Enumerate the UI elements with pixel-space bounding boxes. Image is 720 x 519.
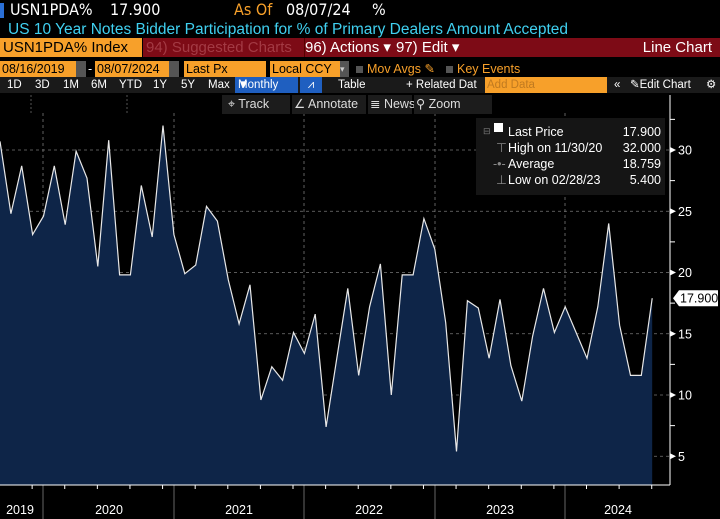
- suggested-charts-button[interactable]: 94) Suggested Charts: [146, 38, 292, 57]
- news-label: News: [383, 97, 416, 111]
- security-input[interactable]: USN1PDA% Index: [0, 38, 142, 57]
- x-tick-label: 2019: [6, 503, 34, 517]
- related-data-button[interactable]: + Related Dat: [406, 77, 477, 93]
- period-bar: 1D 3D 1M 6M YTD 1Y 5Y Max Monthly ▼ ⩘ Ta…: [0, 77, 720, 93]
- x-tick-label: 2020: [95, 503, 123, 517]
- field-select[interactable]: Last Px: [184, 61, 266, 77]
- last-value: 17.900: [110, 0, 161, 19]
- last-price-tag-label: 17.900: [680, 292, 718, 306]
- legend: ⊟ Last Price 17.900 ⊤ High on 11/30/20 3…: [476, 118, 665, 195]
- y-tick: [670, 208, 676, 215]
- edit-label: 97) Edit: [396, 39, 448, 56]
- y-tick-label: 20: [678, 266, 692, 280]
- calendar-icon[interactable]: [169, 61, 179, 77]
- y-tick: [670, 330, 676, 337]
- legend-low-value: 5.400: [629, 173, 661, 187]
- chart-style-icon[interactable]: ⩘: [300, 77, 322, 93]
- ticker: USN1PDA%: [10, 0, 93, 19]
- period-1d[interactable]: 1D: [7, 77, 22, 93]
- x-tick-label: 2024: [604, 503, 632, 517]
- start-date-input[interactable]: 08/16/2019: [0, 61, 76, 77]
- zoom-button[interactable]: ⚲ Zoom: [414, 95, 492, 114]
- edit-chart-label: Edit Chart: [639, 79, 691, 91]
- news-button[interactable]: ≣ News: [368, 95, 416, 114]
- period-6m[interactable]: 6M: [91, 77, 107, 93]
- mov-avgs-label: Mov Avgs: [367, 62, 421, 76]
- x-tick-label: 2023: [486, 503, 514, 517]
- as-of-label: As Of: [234, 0, 273, 19]
- collapse-legend-icon[interactable]: ⊟: [483, 123, 491, 139]
- calendar-icon[interactable]: [76, 61, 86, 77]
- y-tick-label: 15: [678, 327, 692, 341]
- low-icon: ⊥: [496, 173, 507, 187]
- average-icon: -•-: [493, 157, 506, 171]
- track-button[interactable]: ⌖ Track: [222, 95, 290, 114]
- edit-chart-button[interactable]: ✎ Edit Chart: [630, 77, 691, 93]
- ticker-marker: [0, 3, 4, 18]
- mov-avgs-toggle[interactable]: Mov Avgs ✎: [356, 61, 435, 77]
- y-tick: [670, 147, 676, 153]
- frequency-label: Monthly: [238, 79, 279, 91]
- period-ytd[interactable]: YTD: [119, 77, 142, 93]
- annotate-label: Annotate: [308, 97, 359, 111]
- legend-avg-label: Average: [508, 157, 555, 171]
- gear-icon[interactable]: ⚙: [706, 77, 716, 93]
- collapse-icon[interactable]: «: [614, 77, 620, 93]
- period-5y[interactable]: 5Y: [181, 77, 195, 93]
- period-1m[interactable]: 1M: [63, 77, 79, 93]
- legend-high-value: 32.000: [622, 141, 661, 155]
- y-tick: [670, 392, 676, 398]
- currency-dropdown-icon[interactable]: ▾: [340, 61, 349, 77]
- y-tick: [670, 269, 676, 276]
- currency-select[interactable]: Local CCY: [270, 61, 340, 77]
- last-price-swatch: [494, 123, 503, 132]
- legend-high-label: High on 11/30/20: [508, 141, 603, 155]
- x-tick-label: 2021: [225, 503, 253, 517]
- y-tick-label: 5: [678, 450, 685, 464]
- y-tick-label: 25: [678, 205, 692, 219]
- legend-low-label: Low on 02/28/23: [508, 173, 601, 187]
- actions-label: 96) Actions: [305, 39, 380, 56]
- edit-button[interactable]: 97) Edit ▾: [396, 38, 459, 57]
- period-max[interactable]: Max: [208, 77, 230, 93]
- add-data-input[interactable]: Add Data: [485, 77, 607, 93]
- actions-button[interactable]: 96) Actions ▾: [304, 38, 391, 57]
- legend-avg-value: 18.759: [622, 157, 661, 171]
- x-tick-label: 2022: [355, 503, 383, 517]
- annotate-button[interactable]: ∠ Annotate: [292, 95, 366, 114]
- table-button[interactable]: Table: [338, 77, 366, 93]
- zoom-label: Zoom: [428, 97, 461, 111]
- key-events-toggle[interactable]: Key Events: [446, 61, 520, 77]
- key-events-label: Key Events: [457, 62, 521, 76]
- y-tick: [670, 453, 676, 460]
- end-date-input[interactable]: 08/07/2024: [95, 61, 169, 77]
- period-3d[interactable]: 3D: [35, 77, 50, 93]
- legend-last-label: Last Price: [508, 125, 564, 139]
- legend-last-value: 17.900: [622, 125, 661, 139]
- security-title: US 10 Year Notes Bidder Participation fo…: [8, 21, 569, 38]
- chart-type-label: Line Chart: [642, 39, 712, 56]
- period-1y[interactable]: 1Y: [153, 77, 167, 93]
- y-tick-label: 10: [678, 389, 692, 403]
- as-of-date: 08/07/24: [286, 0, 351, 19]
- unit: %: [372, 0, 386, 19]
- y-tick-label: 30: [678, 144, 692, 158]
- high-icon: ⊤: [496, 141, 507, 155]
- track-label: Track: [238, 97, 270, 111]
- frequency-select[interactable]: Monthly ▼: [235, 77, 298, 93]
